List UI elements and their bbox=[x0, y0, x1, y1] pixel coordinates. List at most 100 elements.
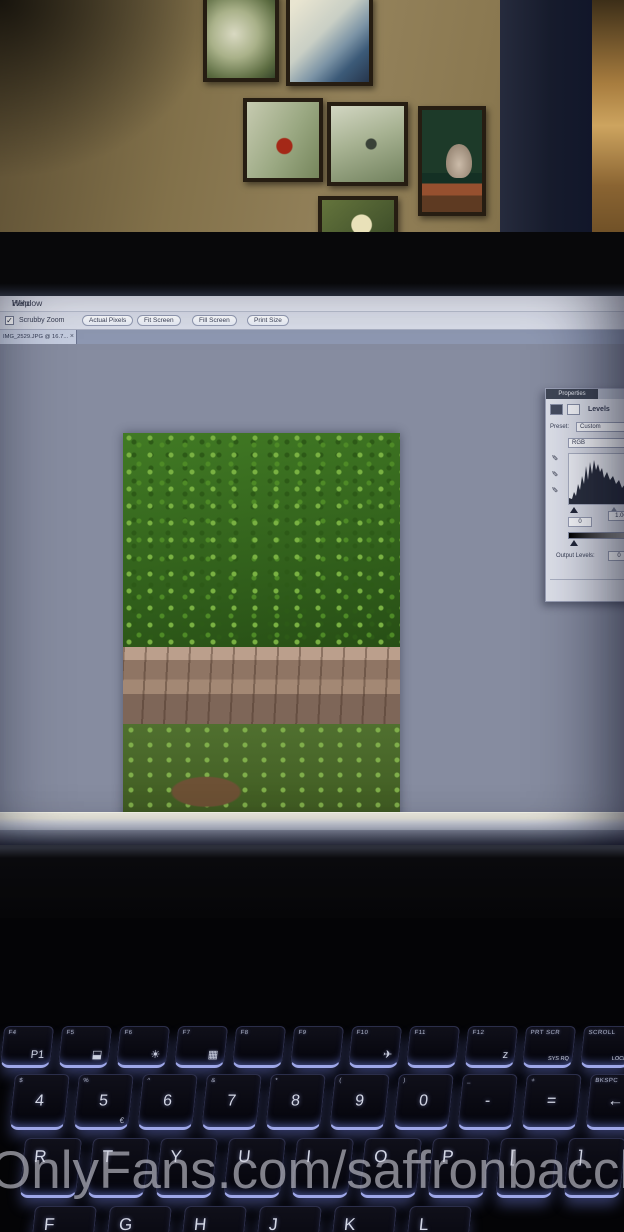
levels-histogram bbox=[568, 453, 624, 505]
key-l: L bbox=[404, 1206, 472, 1232]
key-main-label: 0 bbox=[418, 1093, 429, 1111]
key-main-label: = bbox=[546, 1093, 557, 1111]
key-6: ^6 bbox=[137, 1074, 198, 1130]
properties-panel: Properties Levels Preset: Custom ▾ RGB ▾… bbox=[545, 388, 624, 602]
channel-select[interactable]: RGB ▾ bbox=[568, 438, 624, 448]
panel-title: Levels bbox=[588, 406, 610, 413]
key--: BKSPC← bbox=[585, 1074, 624, 1130]
menu-item-help[interactable]: Help bbox=[12, 298, 29, 308]
output-black-field[interactable]: 0 bbox=[608, 551, 624, 561]
key-fn-glyph: ⬓ bbox=[91, 1048, 103, 1061]
key-letter-label: F bbox=[43, 1215, 55, 1232]
tab-close-icon[interactable]: × bbox=[70, 333, 74, 340]
key-fn-label: F11 bbox=[414, 1030, 426, 1036]
key-7: &7 bbox=[201, 1074, 262, 1130]
black-input-field[interactable]: 0 bbox=[568, 517, 592, 527]
key-5: %5€ bbox=[73, 1074, 134, 1130]
key-8: *8 bbox=[265, 1074, 326, 1130]
key-fn-glyph: ☀ bbox=[150, 1048, 161, 1061]
panel-header: Levels bbox=[550, 404, 624, 418]
key-fn-glyph: ▦ bbox=[207, 1048, 219, 1061]
preset-value: Custom bbox=[580, 423, 601, 432]
key-h: H bbox=[179, 1206, 247, 1232]
key-f5: F5 ⬓ bbox=[58, 1026, 112, 1068]
key-j: J bbox=[254, 1206, 322, 1232]
black-point-slider[interactable] bbox=[570, 507, 578, 513]
output-black-slider[interactable] bbox=[570, 540, 578, 546]
key-f12: F12 z bbox=[464, 1026, 518, 1068]
key-4: $4 bbox=[9, 1074, 70, 1130]
key-f4: F4 P1 bbox=[0, 1026, 54, 1068]
document-tab-bar: IMG_2486.JPG @ 16.7...×IMG_2492.JPG @ 16… bbox=[0, 330, 624, 344]
key-shift-label: ^ bbox=[147, 1078, 151, 1084]
eyedropper-gray-icon[interactable]: ✐ bbox=[551, 470, 560, 477]
dove-figure bbox=[446, 144, 472, 178]
key-fn-label: F5 bbox=[66, 1030, 75, 1036]
key-shift-label: BKSPC bbox=[595, 1078, 618, 1084]
eyedropper-black-icon[interactable]: ✐ bbox=[551, 454, 560, 461]
key-f10: F10 ✈ bbox=[348, 1026, 402, 1068]
document-tab[interactable]: IMG_2529.JPG @ 16.7...× bbox=[0, 330, 77, 344]
scrubby-zoom-label: Scrubby Zoom bbox=[19, 317, 65, 324]
button-fill-screen[interactable]: Fill Screen bbox=[192, 315, 237, 326]
key--: _- bbox=[457, 1074, 518, 1130]
key-fn-glyph: z bbox=[502, 1049, 509, 1061]
photoshop-canvas bbox=[0, 344, 624, 845]
panel-tab-strip bbox=[598, 389, 624, 399]
laptop-photo-scene: WindowHelp ✓ Scrubby Zoom Actual PixelsF… bbox=[0, 0, 624, 1232]
key-9: (9 bbox=[329, 1074, 390, 1130]
key-fn-label: SCROLL bbox=[588, 1030, 616, 1036]
key-main-label: - bbox=[484, 1093, 491, 1111]
bird-painting-dove bbox=[418, 106, 486, 216]
key-shift-label: + bbox=[531, 1078, 536, 1084]
windows-taskbar[interactable] bbox=[0, 812, 624, 830]
document-tab-label: IMG_2529.JPG @ 16.7... bbox=[3, 334, 68, 340]
key-letter-label: J bbox=[268, 1215, 279, 1232]
keyboard-row-function: F4P1F5⬓F6☀F7▦F8F9F10✈F11F12zPRT SCRSYS R… bbox=[0, 1026, 624, 1068]
picnic-table bbox=[123, 647, 400, 728]
key-f11: F11 bbox=[406, 1026, 460, 1068]
key-shift-label: ( bbox=[339, 1078, 342, 1084]
key-f7: F7 ▦ bbox=[174, 1026, 228, 1068]
preset-label: Preset: bbox=[550, 424, 569, 430]
key--: += bbox=[521, 1074, 582, 1130]
button-actual-pixels[interactable]: Actual Pixels bbox=[82, 315, 133, 326]
levels-thumbnail-icon bbox=[550, 404, 563, 415]
key-fn-label: F4 bbox=[8, 1030, 17, 1036]
bird-painting-bluejay bbox=[286, 0, 373, 86]
key-f8: F8 bbox=[232, 1026, 286, 1068]
screen-bottom-fade bbox=[0, 830, 624, 845]
button-fit-screen[interactable]: Fit Screen bbox=[137, 315, 181, 326]
key-main-label: 4 bbox=[34, 1093, 45, 1111]
eyedropper-white-icon[interactable]: ✐ bbox=[551, 486, 560, 493]
preset-select[interactable]: Custom ▾ bbox=[576, 422, 624, 432]
eyedropper-column: ✐ ✐ ✐ bbox=[552, 453, 564, 513]
bird-painting-chickadee bbox=[327, 102, 408, 186]
scrubby-zoom-checkbox[interactable]: ✓ bbox=[5, 316, 14, 325]
keyboard-row-number: $4%5€^6&7*8(9)0_-+=BKSPC← bbox=[0, 1074, 624, 1130]
key-fn-label: F10 bbox=[356, 1030, 368, 1036]
key-fn-label: F7 bbox=[182, 1030, 191, 1036]
gamma-input-field[interactable]: 1.00 bbox=[608, 511, 624, 521]
laptop-screen: WindowHelp ✓ Scrubby Zoom Actual PixelsF… bbox=[0, 296, 624, 845]
hedge-background bbox=[123, 433, 400, 647]
key-fn-glyph: P1 bbox=[30, 1049, 45, 1061]
output-sliders[interactable] bbox=[568, 540, 624, 547]
key-shift-label: * bbox=[275, 1078, 278, 1084]
keyboard-row-home: F G H J KL bbox=[0, 1206, 624, 1232]
button-print-size[interactable]: Print Size bbox=[247, 315, 289, 326]
key-f6: F6 ☀ bbox=[116, 1026, 170, 1068]
key-fn-label: F6 bbox=[124, 1030, 133, 1036]
key-k: K bbox=[329, 1206, 397, 1232]
tab-properties[interactable]: Properties bbox=[546, 389, 598, 399]
key-letter-label: H bbox=[193, 1215, 207, 1232]
key-fn-glyph: ✈ bbox=[382, 1048, 393, 1061]
key-fn-label: F12 bbox=[472, 1030, 484, 1036]
panel-footer: ◧ ⟲ bbox=[550, 579, 624, 593]
mask-thumbnail-icon bbox=[567, 404, 580, 415]
key-0: )0 bbox=[393, 1074, 454, 1130]
laptop-top-bezel bbox=[0, 232, 624, 296]
key-g: G bbox=[104, 1206, 172, 1232]
key-fn-label: PRT SCR bbox=[530, 1030, 560, 1036]
key-main-label: 5 bbox=[98, 1093, 109, 1111]
